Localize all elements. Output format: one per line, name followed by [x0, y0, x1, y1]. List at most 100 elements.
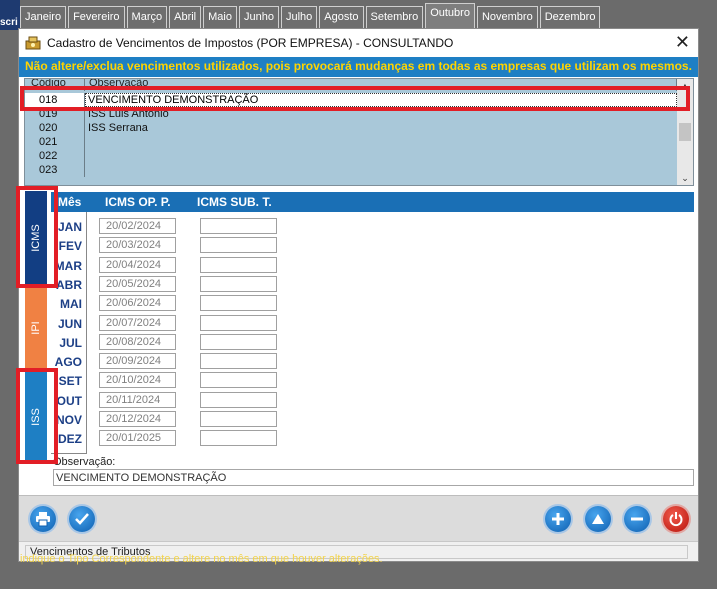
exit-button[interactable]: [663, 506, 689, 532]
month-row: MAI 20/06/2024: [19, 294, 699, 313]
month-tab[interactable]: Novembro: [476, 6, 538, 28]
month-row: FEV 20/03/2024: [19, 236, 699, 255]
icms-sub-date-field[interactable]: [200, 430, 277, 447]
observacao-field[interactable]: VENCIMENTO DEMONSTRAÇÃO: [53, 469, 694, 486]
grid-cell-codigo: 020: [25, 121, 85, 135]
icms-op-date-field[interactable]: 20/07/2024: [99, 314, 176, 331]
grid-row[interactable]: 023: [25, 163, 677, 177]
grid-cell-codigo: 021: [25, 135, 85, 149]
grid-row[interactable]: 018 VENCIMENTO DEMONSTRAÇÃO: [25, 93, 677, 107]
icms-op-date-field[interactable]: 20/03/2024: [99, 237, 176, 254]
icms-op-date-field[interactable]: 20/02/2024: [99, 218, 176, 234]
header-mes: Mês: [58, 195, 82, 209]
month-tab[interactable]: Julho: [280, 6, 318, 28]
confirm-button[interactable]: [69, 506, 95, 532]
grid-cell-codigo: 023: [25, 163, 85, 177]
power-icon: [669, 512, 683, 527]
add-button[interactable]: [545, 506, 571, 532]
month-row: DEZ 20/01/2025: [19, 429, 699, 448]
month-label: JUL: [59, 335, 82, 350]
icms-sub-date-field[interactable]: [200, 218, 277, 234]
month-tab[interactable]: Maio: [203, 6, 237, 28]
scroll-thumb[interactable]: [679, 123, 691, 141]
month-tab[interactable]: Fevereiro: [68, 6, 125, 28]
grid-row[interactable]: 020 ISS Serrana: [25, 121, 677, 135]
month-row: JAN 20/02/2024: [19, 217, 699, 236]
icms-sub-date-field[interactable]: [200, 391, 277, 408]
month-tab[interactable]: Dezembro: [539, 6, 601, 28]
icms-op-date-field[interactable]: 20/09/2024: [99, 353, 176, 370]
month-label: JUN: [57, 316, 82, 331]
month-label: MAR: [54, 258, 82, 273]
grid-row[interactable]: 022: [25, 149, 677, 163]
icms-sub-date-field[interactable]: [200, 256, 277, 273]
grid-header: Código Observação: [25, 79, 677, 91]
month-row: SET 20/10/2024: [19, 371, 699, 390]
grid-cell-codigo: 019: [25, 107, 85, 121]
icms-sub-date-field[interactable]: [200, 295, 277, 312]
month-tab-bar: Janeiro Fevereiro Março Abril Maio Junho Julho…: [20, 3, 602, 28]
icms-sub-date-field[interactable]: [200, 314, 277, 331]
month-label: JAN: [57, 220, 82, 234]
minus-icon: [631, 517, 643, 521]
month-label: AGO: [54, 355, 82, 370]
scroll-down-icon[interactable]: ⌄: [677, 171, 693, 185]
month-row: JUL 20/08/2024: [19, 333, 699, 352]
month-row: OUT 20/11/2024: [19, 391, 699, 410]
month-row: AGO 20/09/2024: [19, 352, 699, 371]
month-row: NOV 20/12/2024: [19, 410, 699, 429]
grid-cell-codigo: 018: [25, 93, 85, 107]
month-tab[interactable]: Agosto: [319, 6, 364, 28]
icms-op-date-field[interactable]: 20/04/2024: [99, 256, 176, 273]
scroll-up-icon[interactable]: ▲: [677, 79, 693, 93]
month-tab[interactable]: Setembro: [365, 6, 424, 28]
icms-sub-date-field[interactable]: [200, 275, 277, 292]
month-tab[interactable]: Junho: [238, 6, 279, 28]
grid-row[interactable]: 021: [25, 135, 677, 149]
icms-op-date-field[interactable]: 20/05/2024: [99, 275, 176, 292]
icms-sub-date-field[interactable]: [200, 237, 277, 254]
grid-row[interactable]: 019 ISS Luis Antonio: [25, 107, 677, 121]
header-icms-sub: ICMS SUB. T.: [197, 195, 272, 209]
background-hint-text: indique o Tipo Correspondente e altere n…: [20, 553, 383, 565]
grid-cell-observacao: VENCIMENTO DEMONSTRAÇÃO: [85, 93, 677, 107]
icms-op-date-field[interactable]: 20/11/2024: [99, 391, 176, 408]
edit-button[interactable]: [585, 506, 611, 532]
background-app-edge: scri: [0, 0, 20, 30]
printer-icon: [36, 512, 50, 527]
grid-cell-codigo: 022: [25, 149, 85, 163]
observacao-label: Observação:: [53, 456, 116, 468]
month-row: ABR 20/05/2024: [19, 275, 699, 294]
icms-sub-date-field[interactable]: [200, 372, 277, 389]
month-tab[interactable]: Outubro: [425, 3, 475, 28]
column-header-codigo[interactable]: Código: [25, 79, 85, 91]
grid-scrollbar[interactable]: ▲ ⌄: [677, 79, 693, 185]
icms-op-date-field[interactable]: 20/08/2024: [99, 333, 176, 350]
print-button[interactable]: [30, 506, 56, 532]
icms-op-date-field[interactable]: 20/01/2025: [99, 430, 176, 447]
close-icon[interactable]: ✕: [675, 32, 690, 53]
delete-button[interactable]: [624, 506, 650, 532]
grid-cell-observacao: ISS Luis Antonio: [88, 108, 169, 120]
up-arrow-icon: [592, 514, 604, 524]
month-tab[interactable]: Janeiro: [20, 6, 67, 28]
header-icms-op: ICMS OP. P.: [105, 195, 171, 209]
month-tab[interactable]: Março: [126, 6, 168, 28]
icms-op-date-field[interactable]: 20/12/2024: [99, 411, 176, 427]
month-tab[interactable]: Abril: [169, 6, 202, 28]
month-label: ABR: [56, 277, 82, 292]
month-label: MAI: [60, 297, 82, 312]
check-icon: [75, 513, 89, 525]
month-row: JUN 20/07/2024: [19, 314, 699, 333]
icms-op-date-field[interactable]: 20/10/2024: [99, 372, 176, 389]
icms-sub-date-field[interactable]: [200, 353, 277, 370]
month-label: FEV: [58, 239, 82, 254]
icms-op-date-field[interactable]: 20/06/2024: [99, 295, 176, 312]
due-dates-grid[interactable]: Código Observação 018 VENCIMENTO DEMONSTR…: [24, 78, 694, 186]
icms-sub-date-field[interactable]: [200, 333, 277, 350]
grid-cell-observacao: [85, 149, 677, 163]
month-label: SET: [58, 374, 82, 389]
month-label: NOV: [55, 413, 82, 427]
column-header-observacao[interactable]: Observação: [85, 79, 677, 91]
icms-sub-date-field[interactable]: [200, 411, 277, 427]
